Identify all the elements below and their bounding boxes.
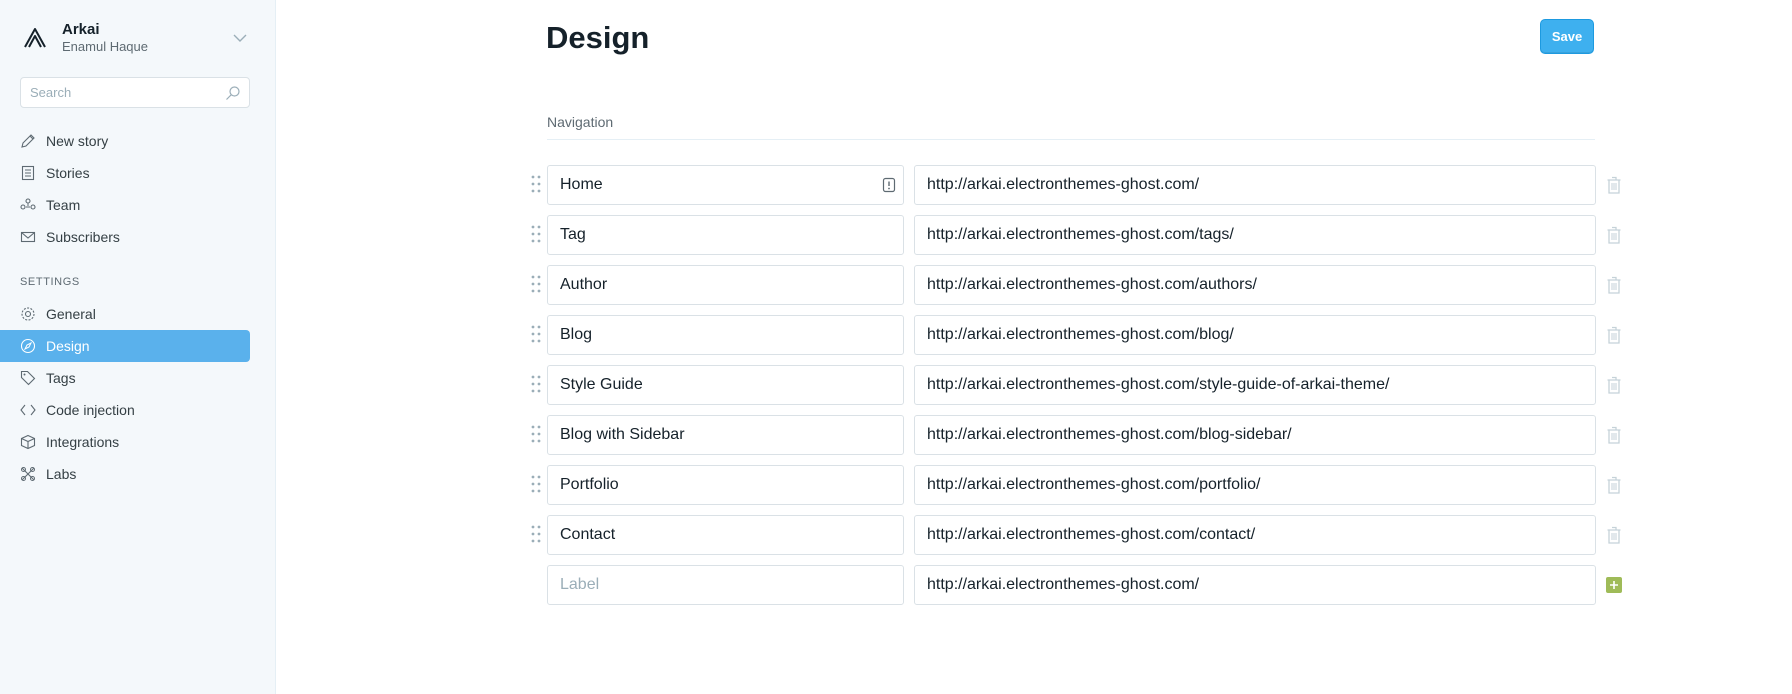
settings-section-label: SETTINGS: [20, 276, 80, 288]
sidebar-item-label: Integrations: [46, 434, 120, 450]
sidebar-item-label: Stories: [46, 165, 90, 181]
nav-url-input[interactable]: [914, 415, 1596, 455]
plus-icon: [1610, 581, 1618, 589]
nav-label-input[interactable]: [547, 165, 904, 205]
nav-label-input[interactable]: [547, 515, 904, 555]
sidebar-item-code-injection[interactable]: Code injection: [0, 394, 250, 426]
drag-handle-icon[interactable]: [529, 423, 543, 445]
trash-icon[interactable]: [1605, 225, 1623, 245]
nav-label-input[interactable]: [547, 465, 904, 505]
navigation-item: [529, 515, 1629, 555]
brand-name: Arkai: [62, 21, 100, 38]
search-box: [20, 77, 250, 108]
sidebar-item-label: Labs: [46, 466, 77, 482]
document-icon: [20, 165, 36, 181]
sidebar-item-label: Team: [46, 197, 81, 213]
nav-url-input[interactable]: [914, 515, 1596, 555]
info-badge-icon: [882, 177, 896, 193]
mail-icon: [20, 229, 36, 245]
drag-handle-icon[interactable]: [529, 473, 543, 495]
sidebar-item-tags[interactable]: Tags: [0, 362, 250, 394]
navigation-item: [529, 315, 1629, 355]
sidebar: Arkai Enamul Haque New story Stories Tea…: [0, 0, 276, 694]
sidebar-item-new-story[interactable]: New story: [0, 125, 250, 157]
sidebar-item-general[interactable]: General: [0, 298, 250, 330]
drag-handle-icon[interactable]: [529, 373, 543, 395]
new-nav-url-input[interactable]: [914, 565, 1596, 605]
arkai-logo-icon: [20, 23, 50, 53]
main-content: Design Save Navigation: [276, 0, 1792, 694]
nav-url-input[interactable]: [914, 465, 1596, 505]
sidebar-item-team[interactable]: Team: [0, 189, 250, 221]
gear-icon: [20, 306, 36, 322]
box-icon: [20, 434, 36, 450]
navigation-item: [529, 165, 1629, 205]
drag-handle-icon[interactable]: [529, 223, 543, 245]
drag-handle-icon[interactable]: [529, 323, 543, 345]
navigation-item: [529, 215, 1629, 255]
search-icon[interactable]: [225, 85, 241, 101]
nav-url-input[interactable]: [914, 265, 1596, 305]
trash-icon[interactable]: [1605, 275, 1623, 295]
nav-url-input[interactable]: [914, 215, 1596, 255]
nav-label-input[interactable]: [547, 415, 904, 455]
brand-user: Enamul Haque: [62, 39, 148, 54]
compass-icon: [20, 338, 36, 354]
page-title: Design: [546, 20, 650, 55]
trash-icon[interactable]: [1605, 175, 1623, 195]
nav-label-input[interactable]: [547, 215, 904, 255]
navigation-item: [529, 415, 1629, 455]
save-button[interactable]: Save: [1540, 19, 1594, 54]
chevron-down-icon[interactable]: [230, 28, 250, 48]
nav-label-input[interactable]: [547, 365, 904, 405]
sidebar-item-labs[interactable]: Labs: [0, 458, 250, 490]
trash-icon[interactable]: [1605, 325, 1623, 345]
nav-url-input[interactable]: [914, 365, 1596, 405]
trash-icon[interactable]: [1605, 425, 1623, 445]
nav-url-input[interactable]: [914, 165, 1596, 205]
brand-switcher[interactable]: Arkai Enamul Haque: [20, 18, 250, 58]
sidebar-item-integrations[interactable]: Integrations: [0, 426, 250, 458]
drag-handle-icon[interactable]: [529, 273, 543, 295]
tag-icon: [20, 370, 36, 386]
new-nav-label-input[interactable]: [547, 565, 904, 605]
trash-icon[interactable]: [1605, 525, 1623, 545]
drag-handle-icon[interactable]: [529, 523, 543, 545]
navigation-section-title: Navigation: [547, 114, 1595, 140]
nav-url-input[interactable]: [914, 315, 1596, 355]
nav-label-input[interactable]: [547, 265, 904, 305]
search-input[interactable]: [21, 78, 249, 107]
sidebar-item-stories[interactable]: Stories: [0, 157, 250, 189]
trash-icon[interactable]: [1605, 375, 1623, 395]
trash-icon[interactable]: [1605, 475, 1623, 495]
add-nav-item-button[interactable]: [1606, 577, 1622, 593]
drag-handle-icon[interactable]: [529, 173, 543, 195]
nav-label-input[interactable]: [547, 315, 904, 355]
sidebar-item-label: Subscribers: [46, 229, 120, 245]
new-navigation-item: [529, 565, 1629, 605]
sidebar-item-label: Code injection: [46, 402, 135, 418]
code-icon: [20, 402, 36, 418]
beaker-icon: [20, 466, 36, 482]
sidebar-item-label: Design: [46, 338, 90, 354]
team-icon: [20, 197, 36, 213]
sidebar-item-label: New story: [46, 133, 109, 149]
sidebar-item-design[interactable]: Design: [0, 330, 250, 362]
navigation-item: [529, 465, 1629, 505]
navigation-item: [529, 365, 1629, 405]
sidebar-item-label: Tags: [46, 370, 76, 386]
navigation-item: [529, 265, 1629, 305]
pen-icon: [20, 133, 36, 149]
sidebar-item-label: General: [46, 306, 96, 322]
sidebar-item-subscribers[interactable]: Subscribers: [0, 221, 250, 253]
